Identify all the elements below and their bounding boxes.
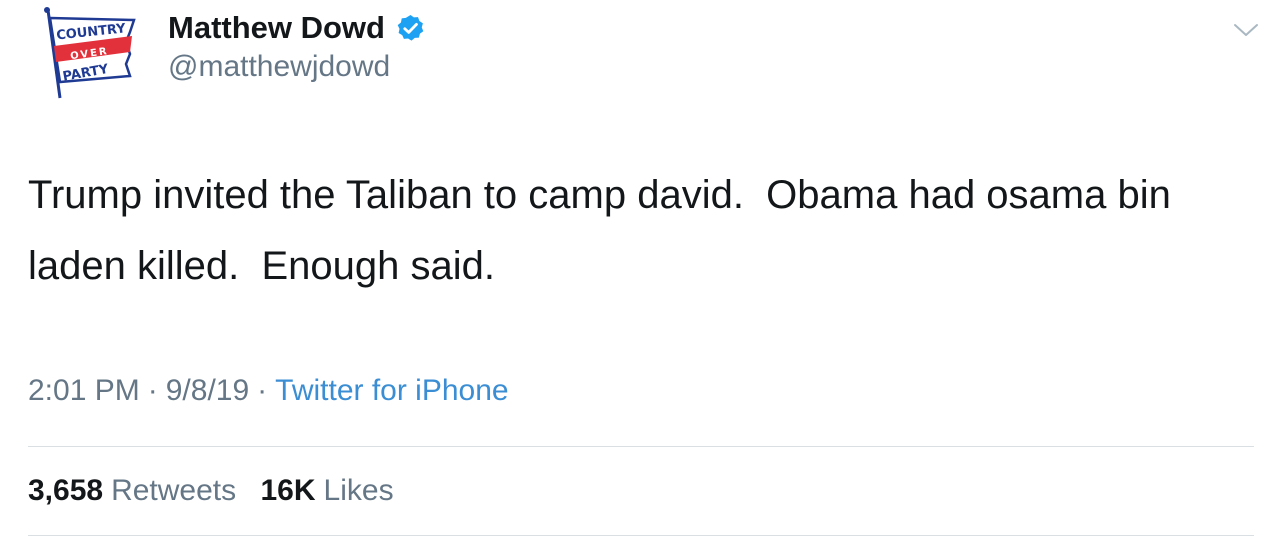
display-name-text[interactable]: Matthew Dowd bbox=[168, 10, 385, 46]
likes-count: 16K bbox=[260, 474, 316, 507]
retweets-count: 3,658 bbox=[28, 474, 104, 507]
chevron-down-icon[interactable] bbox=[1232, 20, 1260, 40]
likes-label: Likes bbox=[323, 474, 394, 507]
divider bbox=[28, 446, 1254, 447]
retweets-stat[interactable]: 3,658 Retweets bbox=[28, 474, 244, 507]
divider bbox=[28, 535, 1254, 536]
verified-badge-icon bbox=[397, 14, 424, 41]
tweet-stats: 3,658 Retweets 16K Likes bbox=[28, 474, 410, 508]
meta-separator: · bbox=[257, 374, 268, 407]
user-handle[interactable]: @matthewjdowd bbox=[168, 50, 390, 84]
tweet-text: Trump invited the Taliban to camp david.… bbox=[28, 173, 1182, 288]
display-name[interactable]: Matthew Dowd bbox=[168, 10, 426, 46]
meta-separator: · bbox=[147, 374, 158, 407]
likes-stat[interactable]: 16K Likes bbox=[260, 474, 393, 507]
tweet-metadata: 2:01 PM · 9/8/19 · Twitter for iPhone bbox=[28, 374, 509, 408]
retweets-label: Retweets bbox=[111, 474, 237, 507]
tweet-source-link[interactable]: Twitter for iPhone bbox=[275, 374, 508, 407]
tweet-time: 2:01 PM bbox=[28, 374, 140, 407]
avatar[interactable]: COUNTRY OVER PARTY bbox=[30, 6, 142, 102]
tweet-date[interactable]: 9/8/19 bbox=[166, 374, 249, 407]
